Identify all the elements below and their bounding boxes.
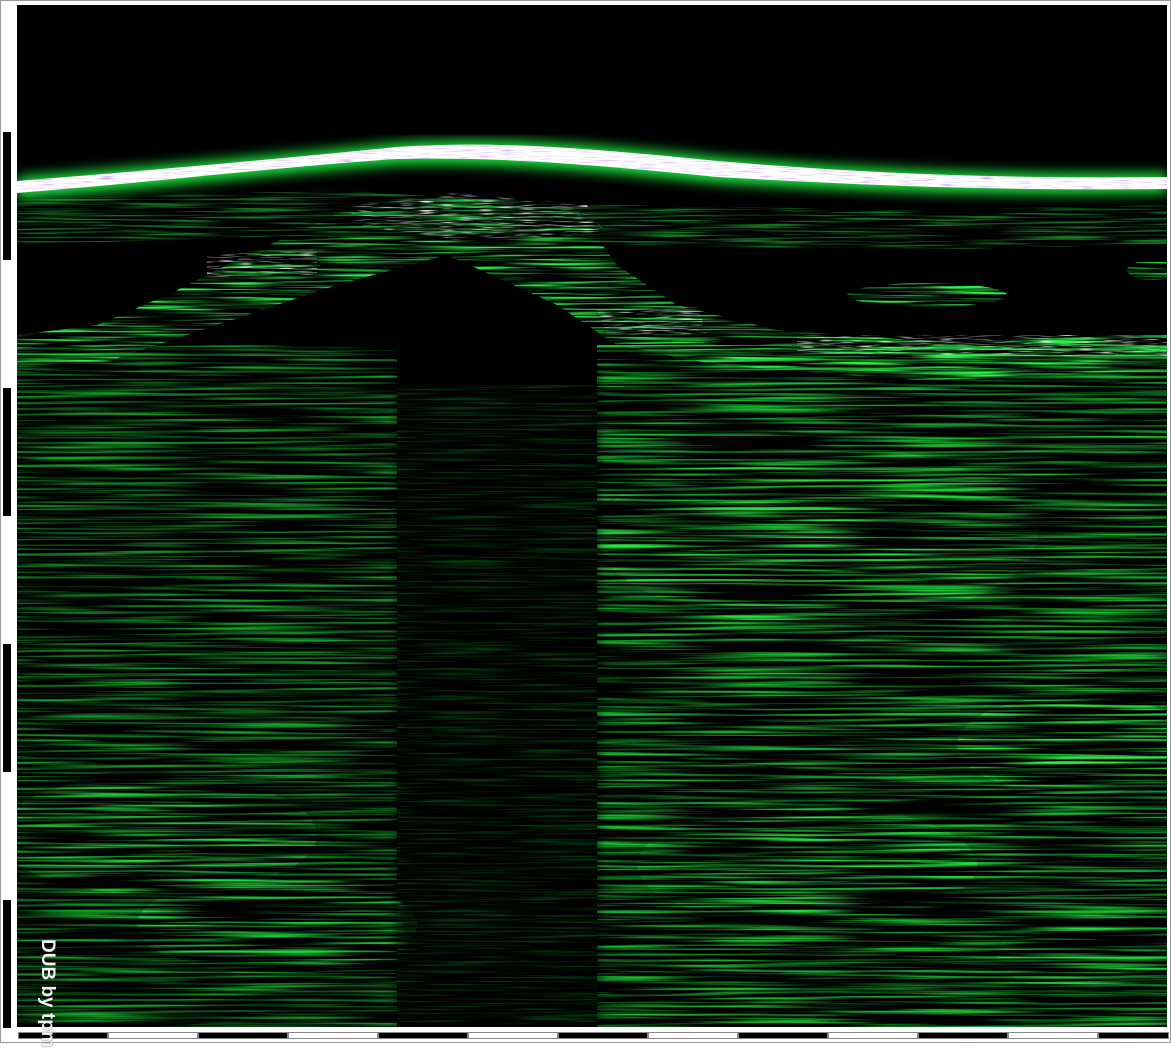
lateral-scale-segment bbox=[108, 1032, 198, 1039]
lateral-scale-segment bbox=[558, 1032, 648, 1039]
depth-scale-segment bbox=[3, 260, 11, 388]
lateral-scale-segment bbox=[468, 1032, 558, 1039]
depth-scale bbox=[3, 0, 13, 1043]
depth-scale-segment bbox=[3, 516, 11, 644]
depth-scale-segment bbox=[3, 900, 11, 1028]
lateral-scale-segment bbox=[288, 1032, 378, 1039]
lateral-scale-segment bbox=[198, 1032, 288, 1039]
depth-scale-segment bbox=[3, 388, 11, 516]
lateral-scale-segment bbox=[378, 1032, 468, 1039]
lateral-scale-segment bbox=[18, 1032, 108, 1039]
depth-scale-segment bbox=[3, 644, 11, 772]
lateral-scale bbox=[0, 1029, 1171, 1041]
lateral-scale-segment bbox=[918, 1032, 1008, 1039]
lateral-scale-segment bbox=[1008, 1032, 1098, 1039]
lateral-scale-segment bbox=[738, 1032, 828, 1039]
depth-scale-segment bbox=[3, 132, 11, 260]
ultrasound-scan-image bbox=[17, 5, 1167, 1027]
deep-tissue-right bbox=[597, 345, 1167, 1027]
watermark-text: DUB by tpm bbox=[37, 939, 58, 1048]
depth-scale-segment bbox=[3, 772, 11, 900]
depth-scale-segment bbox=[3, 4, 11, 132]
skin-surface-echo bbox=[17, 140, 1167, 199]
deep-tissue-left bbox=[17, 345, 417, 1027]
lateral-scale-segment bbox=[1098, 1032, 1169, 1039]
watermark: DUB by tpm bbox=[32, 939, 60, 1048]
lateral-scale-segment bbox=[648, 1032, 738, 1039]
lateral-scale-segment bbox=[828, 1032, 918, 1039]
